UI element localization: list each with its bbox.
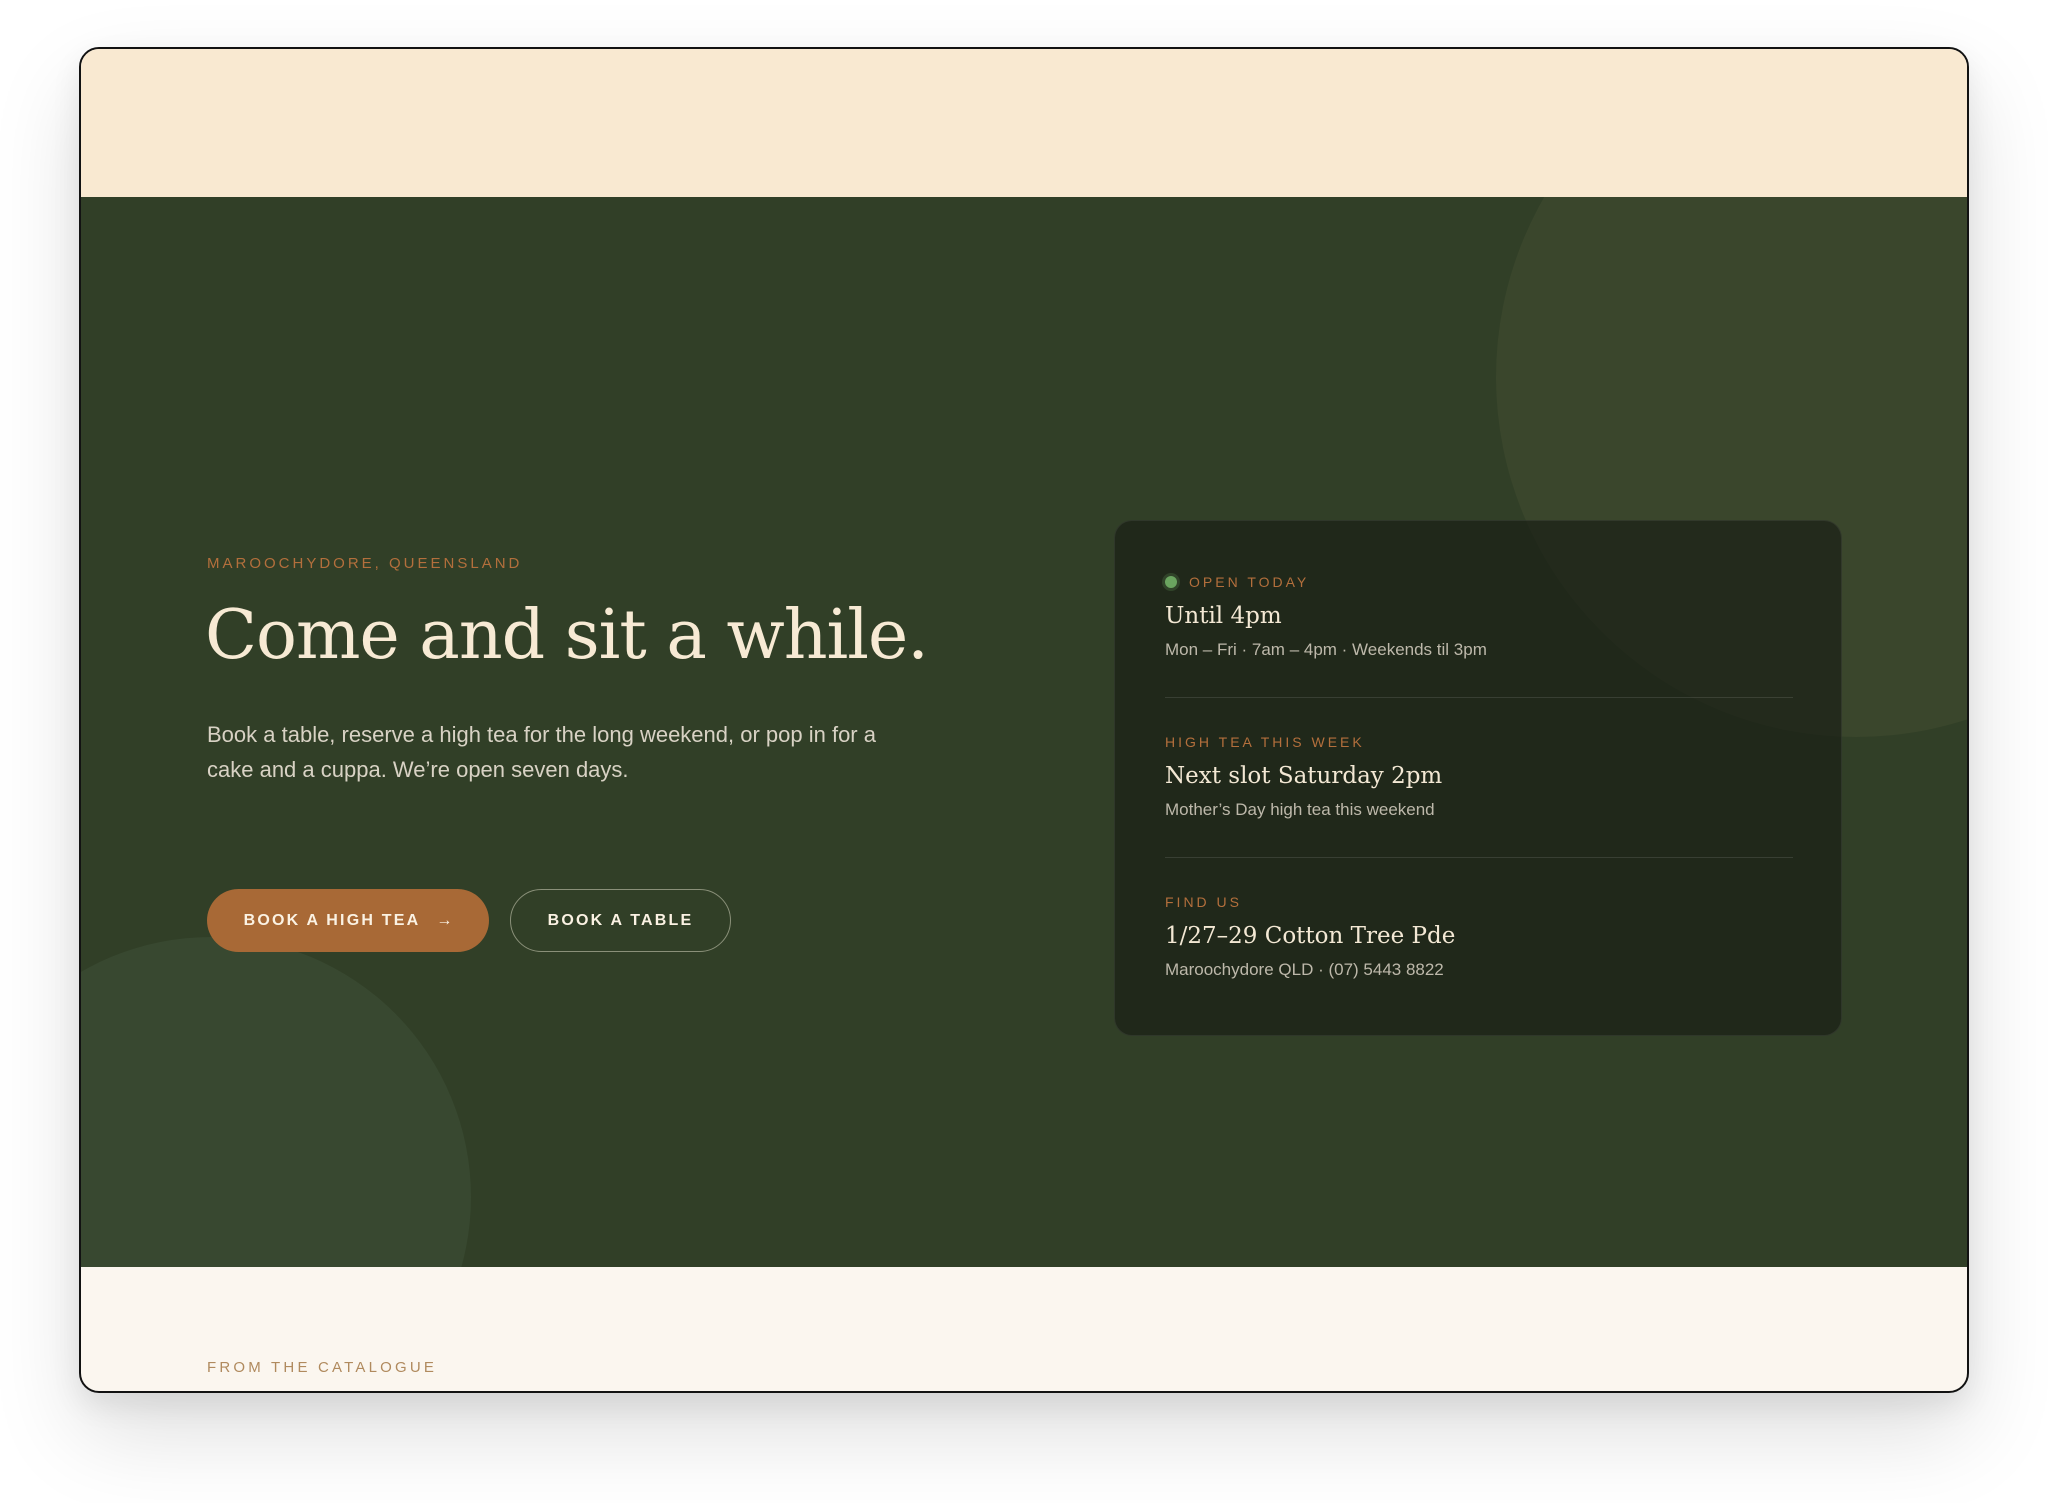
hero-location-eyebrow: MAROOCHYDORE, QUEENSLAND bbox=[207, 555, 523, 572]
book-table-label: BOOK A TABLE bbox=[547, 911, 694, 929]
hero-headline: Come and sit a while. bbox=[205, 596, 929, 675]
book-table-button[interactable]: BOOK A TABLE bbox=[510, 889, 731, 952]
catalogue-section-eyebrow: FROM THE CATALOGUE bbox=[207, 1359, 438, 1376]
book-high-tea-label: BOOK A HIGH TEA bbox=[243, 911, 421, 929]
location-label-row: FIND US bbox=[1165, 893, 1793, 911]
high-tea-label: HIGH TEA THIS WEEK bbox=[1165, 734, 1365, 750]
info-divider bbox=[1165, 697, 1793, 698]
site-header-band bbox=[81, 49, 1967, 197]
book-high-tea-button[interactable]: BOOK A HIGH TEA → bbox=[207, 889, 489, 952]
opening-hours-label: OPEN TODAY bbox=[1189, 574, 1310, 590]
location-detail: Maroochydore QLD · (07) 5443 8822 bbox=[1165, 960, 1444, 979]
high-tea-label-row: HIGH TEA THIS WEEK bbox=[1165, 733, 1793, 751]
high-tea-detail: Mother’s Day high tea this weekend bbox=[1165, 800, 1435, 819]
location-block: FIND US 1/27–29 Cotton Tree Pde Maroochy… bbox=[1165, 893, 1793, 980]
opening-hours-title: Until 4pm bbox=[1165, 603, 1282, 629]
info-card: OPEN TODAY Until 4pm Mon – Fri · 7am – 4… bbox=[1114, 520, 1842, 1036]
high-tea-block: HIGH TEA THIS WEEK Next slot Saturday 2p… bbox=[1165, 733, 1793, 820]
open-status-dot-icon bbox=[1165, 576, 1177, 588]
browser-frame: MAROOCHYDORE, QUEENSLAND Come and sit a … bbox=[79, 47, 1969, 1393]
hero-section: MAROOCHYDORE, QUEENSLAND Come and sit a … bbox=[81, 197, 1967, 1267]
arrow-right-icon: → bbox=[436, 911, 453, 929]
location-address: 1/27–29 Cotton Tree Pde bbox=[1165, 923, 1456, 949]
opening-hours-block: OPEN TODAY Until 4pm Mon – Fri · 7am – 4… bbox=[1165, 573, 1793, 660]
hero-description: Book a table, reserve a high tea for the… bbox=[207, 722, 876, 782]
location-label: FIND US bbox=[1165, 894, 1242, 910]
opening-hours-label-row: OPEN TODAY bbox=[1165, 573, 1793, 591]
decorative-circle bbox=[81, 937, 471, 1267]
high-tea-title: Next slot Saturday 2pm bbox=[1165, 763, 1443, 789]
info-divider bbox=[1165, 857, 1793, 858]
opening-hours-detail: Mon – Fri · 7am – 4pm · Weekends til 3pm bbox=[1165, 640, 1487, 659]
